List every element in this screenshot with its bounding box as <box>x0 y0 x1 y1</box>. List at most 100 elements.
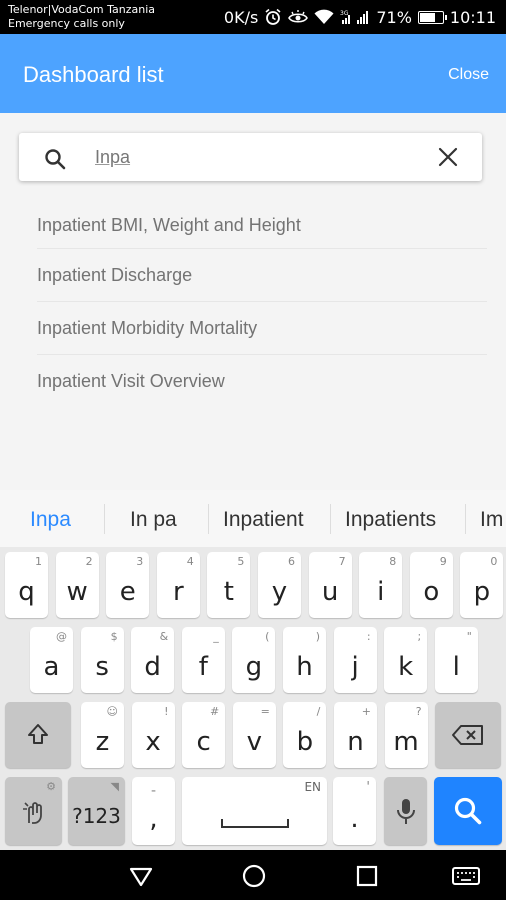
keyboard-switch-icon[interactable] <box>451 863 481 889</box>
key-r[interactable]: 4r <box>156 552 200 618</box>
search-icon <box>43 147 67 171</box>
space-key[interactable]: EN <box>182 777 327 845</box>
home-icon[interactable] <box>241 863 267 889</box>
key-hint: 1 <box>35 555 42 568</box>
key-hint: 0 <box>490 555 498 568</box>
key-hint: 9 <box>439 555 447 568</box>
suggestion-item[interactable]: Inpatients <box>345 508 436 532</box>
alarm-icon <box>264 8 282 26</box>
key-x[interactable]: ! x <box>131 702 175 768</box>
key-hint: # <box>209 705 220 718</box>
key-hint: 3 <box>136 555 144 568</box>
key-label: r <box>172 577 184 607</box>
key-d[interactable]: & d <box>131 627 175 693</box>
key-e[interactable]: 3e <box>106 552 150 618</box>
key-c[interactable]: # c <box>182 702 226 768</box>
close-button[interactable]: Close <box>448 66 489 84</box>
key-o[interactable]: 9o <box>409 552 453 618</box>
period-key[interactable]: ' . <box>333 777 376 845</box>
key-hint: _ <box>213 630 219 643</box>
search-icon <box>454 797 482 825</box>
key-l[interactable]: " l <box>434 627 478 693</box>
key-label: c <box>196 727 211 757</box>
key-h[interactable]: ) h <box>283 627 326 693</box>
suggestion-item[interactable]: Im <box>480 508 503 532</box>
key-q[interactable]: 1q <box>5 552 48 618</box>
suggestion-item[interactable]: Inpatient <box>223 508 304 532</box>
symbols-key[interactable]: ◥ ?123 <box>68 777 125 845</box>
key-label: w <box>66 577 88 607</box>
key-n[interactable]: + n <box>334 702 377 768</box>
key-label: u <box>321 577 339 607</box>
key-p[interactable]: 0p <box>460 552 504 618</box>
gesture-hand-icon <box>23 802 42 824</box>
voice-input-key[interactable] <box>384 777 427 845</box>
key-f[interactable]: _ f <box>181 627 225 693</box>
key-hint: ! <box>164 705 169 718</box>
suggestion-item[interactable]: Inpa <box>30 508 71 532</box>
key-hint: 6 <box>288 555 295 568</box>
space-bar-icon <box>221 819 289 828</box>
key-hint: = <box>260 705 270 718</box>
signal-icon: 3G <box>340 9 370 25</box>
clear-search-icon[interactable] <box>436 145 460 169</box>
key-a[interactable]: @ a <box>30 627 73 693</box>
key-label: g <box>245 652 263 682</box>
suggestion-divider <box>330 504 331 534</box>
key-y[interactable]: 6y <box>258 552 301 618</box>
back-icon[interactable] <box>128 863 154 889</box>
suggestion-divider <box>208 504 209 534</box>
key-hint: 5 <box>237 555 245 568</box>
key-j[interactable]: :j <box>333 627 377 693</box>
key-label: h <box>296 652 313 682</box>
key-t[interactable]: 5t <box>207 552 251 618</box>
list-item[interactable]: Inpatient Discharge <box>37 249 487 302</box>
key-w[interactable]: 2w <box>55 552 99 618</box>
key-s[interactable]: $ s <box>80 627 124 693</box>
battery-icon <box>417 10 447 24</box>
suggestion-item[interactable]: In pa <box>130 508 177 532</box>
app-bar: Dashboard list Close <box>0 34 506 113</box>
key-hint: 7 <box>338 555 346 568</box>
key-label: j <box>351 652 359 682</box>
key-hint: 4 <box>186 555 194 568</box>
handwriting-key[interactable]: ⚙ <box>5 777 62 845</box>
key-label: s <box>95 652 109 682</box>
search-input[interactable] <box>95 143 415 171</box>
key-i[interactable]: 8i <box>359 552 403 618</box>
carrier-info: Telenor|VodaCom Tanzania Emergency calls… <box>8 3 155 31</box>
key-label: n <box>347 727 364 757</box>
suggestion-divider <box>465 504 466 534</box>
key-hint: $ <box>110 630 118 643</box>
backspace-key[interactable] <box>435 702 501 768</box>
carrier-name: Telenor|VodaCom Tanzania <box>8 3 156 16</box>
key-g[interactable]: (g <box>232 627 276 693</box>
list-item[interactable]: Inpatient Morbidity Mortality <box>37 302 487 355</box>
list-item[interactable]: Inpatient BMI, Weight and Height <box>37 199 487 249</box>
key-m[interactable]: ? m <box>384 702 428 768</box>
navigation-bar <box>0 850 506 900</box>
key-u[interactable]: 7u <box>308 552 352 618</box>
key-z[interactable]: ☺ z <box>81 702 124 768</box>
comma-key[interactable]: - , <box>132 777 175 845</box>
key-hint: / <box>316 705 321 718</box>
microphone-icon <box>397 799 415 824</box>
key-label: t <box>223 577 234 607</box>
battery-percent: 71% <box>376 7 412 27</box>
search-box <box>19 133 482 181</box>
shift-key[interactable] <box>5 702 71 768</box>
key-hint: ) <box>315 630 320 643</box>
key-k[interactable]: ; k <box>384 627 428 693</box>
key-b[interactable]: / b <box>283 702 327 768</box>
search-key[interactable] <box>434 777 502 845</box>
list-item[interactable]: Inpatient Visit Overview <box>37 355 487 408</box>
key-v[interactable]: = v <box>232 702 276 768</box>
results-list: Inpatient BMI, Weight and Height Inpatie… <box>37 199 487 408</box>
recents-icon[interactable] <box>354 863 380 889</box>
key-hint: @ <box>56 630 67 643</box>
key-label: v <box>246 727 262 757</box>
key-label: i <box>377 577 385 607</box>
status-bar: Telenor|VodaCom Tanzania Emergency calls… <box>0 0 506 34</box>
eye-comfort-icon <box>288 9 309 25</box>
suggestion-divider <box>104 504 105 534</box>
